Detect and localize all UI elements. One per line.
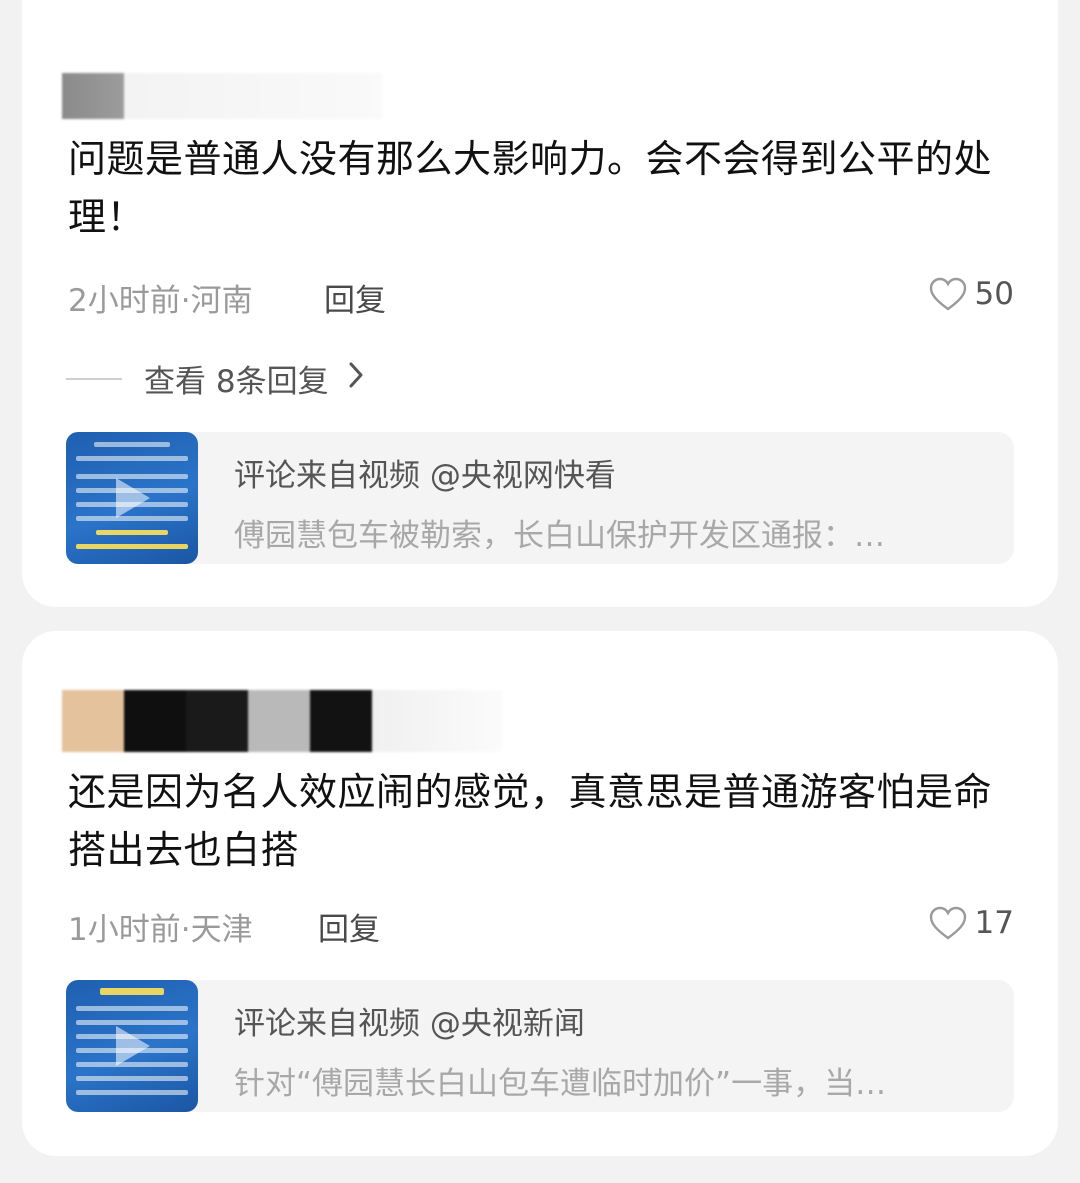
reply-button[interactable]: 回复 <box>324 275 386 320</box>
reply-button[interactable]: 回复 <box>318 904 380 949</box>
blurred-username <box>62 73 382 119</box>
comment-text: 还是因为名人效应闹的感觉，真意思是普通游客怕是命搭出去也白搭 <box>68 770 993 872</box>
comment-text: 问题是普通人没有那么大影响力。会不会得到公平的处理！ <box>68 137 993 239</box>
play-icon <box>116 1026 150 1066</box>
view-replies-label: 查看 8条回复 <box>144 364 329 400</box>
like-count: 50 <box>974 276 1014 312</box>
comment-card: 还是因为名人效应闹的感觉，真意思是普通游客怕是命搭出去也白搭 1小时前·天津 回… <box>22 631 1058 1156</box>
source-description: 傅园慧包车被勒索，长白山保护开发区通报：… <box>234 518 885 554</box>
video-thumbnail <box>66 980 198 1112</box>
heart-outline-icon <box>929 277 967 311</box>
view-replies-button[interactable]: 查看 8条回复 <box>66 356 365 401</box>
source-video-link[interactable]: 评论来自视频 @央视网快看 傅园慧包车被勒索，长白山保护开发区通报：… <box>66 432 1014 564</box>
divider-line <box>66 377 122 380</box>
like-button[interactable]: 50 <box>929 276 1014 312</box>
source-video-link[interactable]: 评论来自视频 @央视新闻 针对“傅园慧长白山包车遭临时加价”一事，当… <box>66 980 1014 1112</box>
play-icon <box>116 478 150 518</box>
like-button[interactable]: 17 <box>929 905 1014 941</box>
source-description: 针对“傅园慧长白山包车遭临时加价”一事，当… <box>234 1066 887 1102</box>
comment-time-location: 1小时前·天津 <box>68 912 253 948</box>
comment-time-location: 2小时前·河南 <box>68 283 253 319</box>
source-title: 评论来自视频 @央视新闻 <box>234 1006 585 1042</box>
source-title: 评论来自视频 @央视网快看 <box>234 458 616 494</box>
like-count: 17 <box>974 905 1014 941</box>
video-thumbnail <box>66 432 198 564</box>
heart-outline-icon <box>929 906 967 940</box>
blurred-username <box>62 690 502 752</box>
comment-card: 问题是普通人没有那么大影响力。会不会得到公平的处理！ 2小时前·河南 回复 50… <box>22 0 1058 607</box>
chevron-right-icon <box>347 360 365 398</box>
